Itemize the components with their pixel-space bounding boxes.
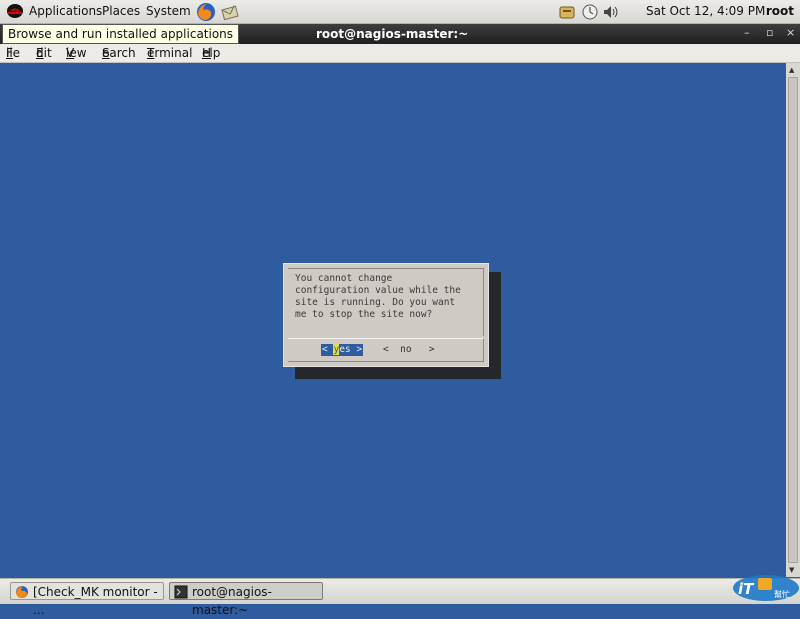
scrollbar-thumb[interactable] bbox=[788, 77, 798, 563]
terminal-task-icon bbox=[174, 585, 188, 599]
system-menu[interactable]: System bbox=[146, 4, 191, 18]
svg-text:iT: iT bbox=[738, 580, 755, 598]
places-menu[interactable]: Places bbox=[102, 4, 140, 18]
help-menu-label: elp bbox=[202, 46, 221, 60]
file-menu-label: ile bbox=[6, 46, 21, 60]
firefox-icon[interactable] bbox=[196, 2, 216, 22]
svg-text:幫忙: 幫忙 bbox=[774, 589, 790, 599]
redhat-icon[interactable] bbox=[6, 3, 24, 19]
user-name[interactable]: root bbox=[766, 4, 794, 18]
status-icon[interactable] bbox=[580, 2, 600, 22]
terminal-menubar: File Edit View Search Terminal Help bbox=[0, 44, 800, 63]
update-icon[interactable] bbox=[557, 2, 577, 22]
ithelp-watermark-logo: iT 幫忙 bbox=[733, 575, 799, 601]
firefox-task-icon bbox=[16, 586, 28, 598]
task-check-mk-monitor[interactable]: [Check_MK monitor - ... bbox=[10, 582, 164, 617]
top-panel: Applications Places System Sat Oct 12, 4… bbox=[0, 0, 800, 24]
task-check-mk-monitor-label: [Check_MK monitor - ... bbox=[33, 585, 158, 617]
yes-button[interactable]: < yes > bbox=[321, 344, 364, 356]
yes-button-left: < bbox=[322, 344, 334, 355]
volume-icon[interactable] bbox=[601, 2, 621, 22]
window-title: root@nagios-master:~ bbox=[316, 27, 469, 41]
applications-tooltip: Browse and run installed applications bbox=[2, 24, 240, 44]
view-menu-label: iew bbox=[66, 46, 87, 60]
confirm-dialog: You cannot change configuration value wh… bbox=[283, 263, 489, 367]
mail-icon[interactable] bbox=[220, 2, 240, 22]
clock[interactable]: Sat Oct 12, 4:09 PM bbox=[646, 4, 765, 18]
maximize-button[interactable]: ▫ bbox=[766, 26, 773, 39]
terminal-scrollbar[interactable]: ▲ ▼ bbox=[786, 63, 800, 577]
search-menu-label: earch bbox=[102, 46, 136, 60]
task-terminal[interactable]: root@nagios-master:~ bbox=[169, 582, 323, 617]
minimize-button[interactable]: – bbox=[744, 26, 750, 39]
dialog-message: You cannot change configuration value wh… bbox=[295, 273, 461, 320]
no-button[interactable]: < no > bbox=[383, 344, 434, 356]
close-button[interactable]: × bbox=[786, 26, 795, 39]
applications-menu[interactable]: Applications bbox=[29, 4, 102, 18]
scroll-up-icon[interactable]: ▲ bbox=[789, 66, 794, 74]
task-terminal-label: root@nagios-master:~ bbox=[192, 585, 272, 617]
bottom-panel: [Check_MK monitor - ... root@nagios-mast… bbox=[0, 578, 800, 617]
yes-button-right: es > bbox=[339, 344, 363, 355]
terminal-menu-label: erminal bbox=[147, 46, 193, 60]
edit-menu-label: dit bbox=[36, 46, 52, 60]
